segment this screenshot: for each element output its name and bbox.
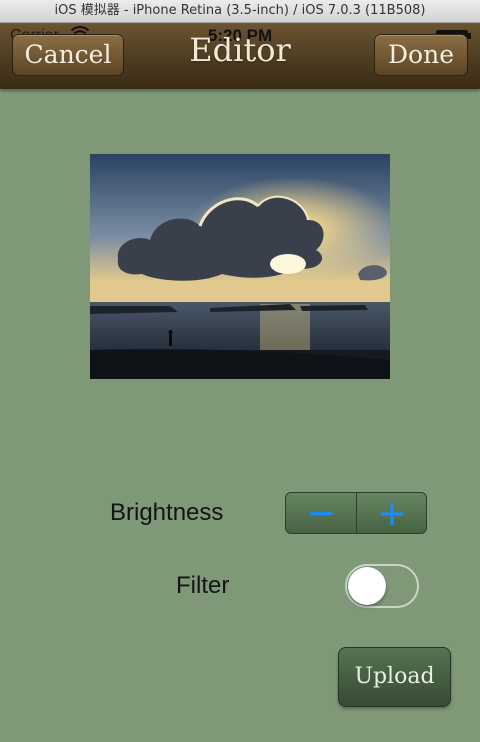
edited-photo bbox=[90, 154, 390, 379]
navigation-bar: Carrier 5:20 PM Editor Cancel Done bbox=[0, 23, 480, 89]
upload-button[interactable]: Upload bbox=[338, 647, 451, 707]
simulator-window-title: iOS 模拟器 - iPhone Retina (3.5-inch) / iOS… bbox=[0, 0, 480, 23]
done-button[interactable]: Done bbox=[374, 34, 468, 76]
decrease-brightness-button[interactable]: − bbox=[286, 493, 356, 533]
filter-toggle[interactable] bbox=[345, 564, 419, 608]
cancel-button[interactable]: Cancel bbox=[12, 34, 124, 76]
brightness-stepper: − + bbox=[285, 492, 427, 534]
increase-brightness-button[interactable]: + bbox=[357, 493, 426, 533]
brightness-label: Brightness bbox=[110, 499, 224, 526]
filter-label: Filter bbox=[176, 572, 230, 599]
toggle-knob bbox=[348, 567, 386, 605]
